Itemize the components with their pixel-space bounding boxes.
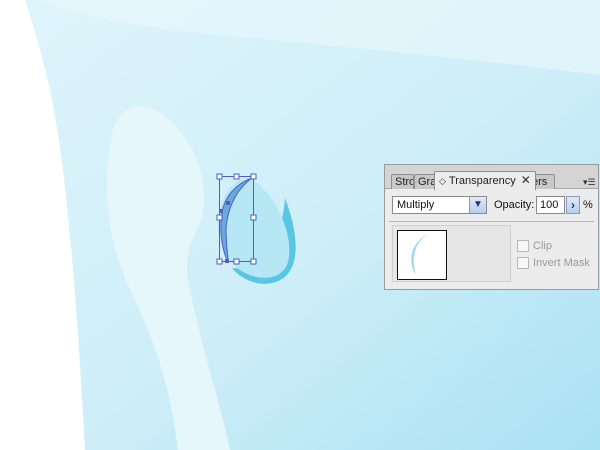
mask-preview-area <box>392 225 511 282</box>
tab-stroke-label: Stro <box>395 176 414 188</box>
tab-close-icon[interactable]: ✕ <box>521 173 531 187</box>
blend-opacity-row: Multiply ▼ Opacity: 100 › % <box>385 194 598 218</box>
panel-menu-icon[interactable]: ▾☰ <box>583 177 596 187</box>
tab-gradient[interactable]: Gra <box>414 174 436 189</box>
chevron-right-icon[interactable]: › <box>566 196 580 214</box>
tab-diamond-icon: ◇ <box>439 176 446 186</box>
opacity-label: Opacity: <box>494 199 535 211</box>
chevron-down-icon[interactable]: ▼ <box>469 197 486 213</box>
object-thumbnail[interactable] <box>397 230 447 280</box>
invert-mask-checkbox[interactable] <box>517 257 529 269</box>
thumbnail-drop-icon <box>411 234 428 275</box>
tab-transparency[interactable]: ◇ Transparency ✕ <box>434 171 536 190</box>
clip-label: Clip <box>533 240 552 252</box>
transparency-panel: Stro Gra ◇ Transparency ✕ ers ▾☰ Multiply … <box>384 164 599 290</box>
tab-transparency-label: Transparency <box>448 175 516 187</box>
blend-mode-value: Multiply <box>397 199 435 211</box>
invert-mask-label: Invert Mask <box>533 257 590 269</box>
tab-stroke[interactable]: Stro <box>391 174 414 189</box>
opacity-input[interactable]: 100 <box>536 196 565 214</box>
panel-tab-bar: Stro Gra ◇ Transparency ✕ ers ▾☰ <box>385 165 598 190</box>
blend-mode-select[interactable]: Multiply ▼ <box>392 196 487 214</box>
panel-divider <box>389 221 594 222</box>
clip-checkbox[interactable] <box>517 240 529 252</box>
opacity-unit: % <box>583 199 593 211</box>
